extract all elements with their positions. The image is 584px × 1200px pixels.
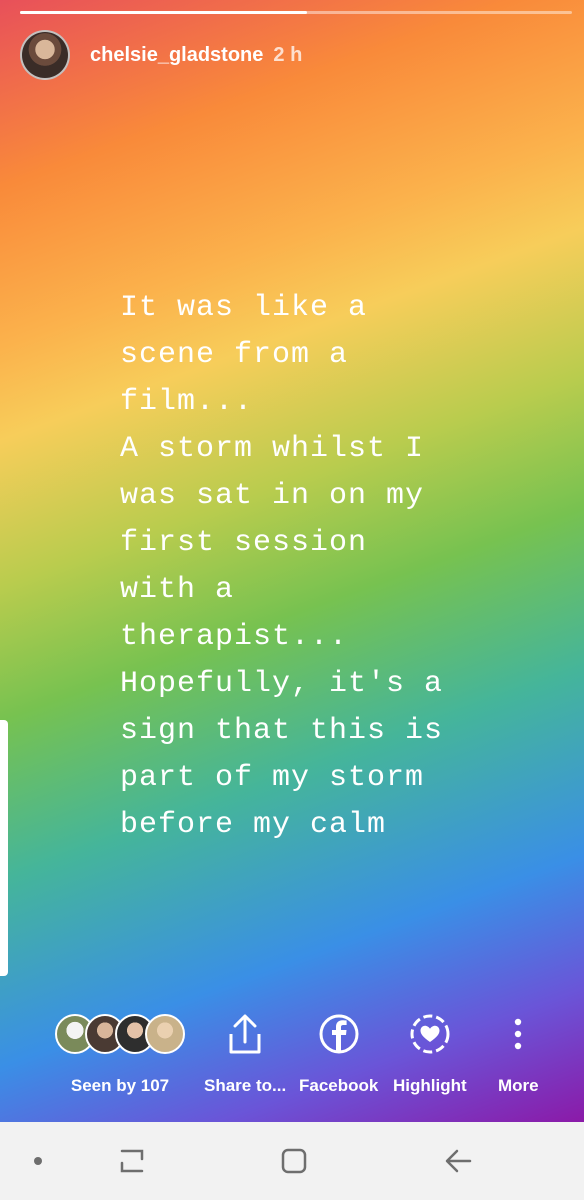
more-label: More	[498, 1076, 539, 1095]
recent-apps-icon[interactable]	[112, 1122, 152, 1200]
username[interactable]: chelsie_gladstone	[90, 44, 263, 67]
viewer-avatars	[55, 1004, 185, 1064]
more-button[interactable]: More	[498, 1004, 539, 1096]
facebook-button[interactable]: Facebook	[299, 1004, 378, 1096]
share-icon	[225, 1004, 265, 1064]
viewer-avatar	[145, 1014, 185, 1054]
story-header: chelsie_gladstone 2 h	[20, 28, 302, 82]
edge-panel-handle[interactable]	[0, 720, 8, 976]
highlight-button[interactable]: Highlight	[393, 1004, 467, 1096]
facebook-label: Facebook	[299, 1076, 379, 1095]
system-navigation-bar	[0, 1122, 584, 1200]
story-progress-track	[20, 11, 572, 14]
home-icon[interactable]	[274, 1122, 314, 1200]
nav-dot-icon[interactable]	[28, 1122, 48, 1200]
back-icon[interactable]	[438, 1122, 478, 1200]
highlight-heart-icon	[409, 1004, 451, 1064]
seen-by-button[interactable]: Seen by 107	[55, 1004, 185, 1096]
post-time: 2 h	[273, 43, 303, 66]
seen-by-label: Seen by 107	[70, 1076, 170, 1095]
more-vertical-icon	[513, 1004, 523, 1064]
story-screen: chelsie_gladstone 2 h It was like a scen…	[0, 0, 584, 1122]
share-to-button[interactable]: Share to...	[204, 1004, 286, 1096]
profile-avatar[interactable]	[20, 30, 70, 80]
story-actions-bar: Seen by 107 Share to... Facebook Highlig…	[0, 1004, 584, 1114]
share-to-label: Share to...	[204, 1076, 287, 1095]
highlight-label: Highlight	[393, 1076, 467, 1095]
facebook-icon	[318, 1004, 360, 1064]
story-text: It was like a scene from a film... A sto…	[120, 291, 444, 842]
story-progress-fill	[20, 11, 308, 14]
